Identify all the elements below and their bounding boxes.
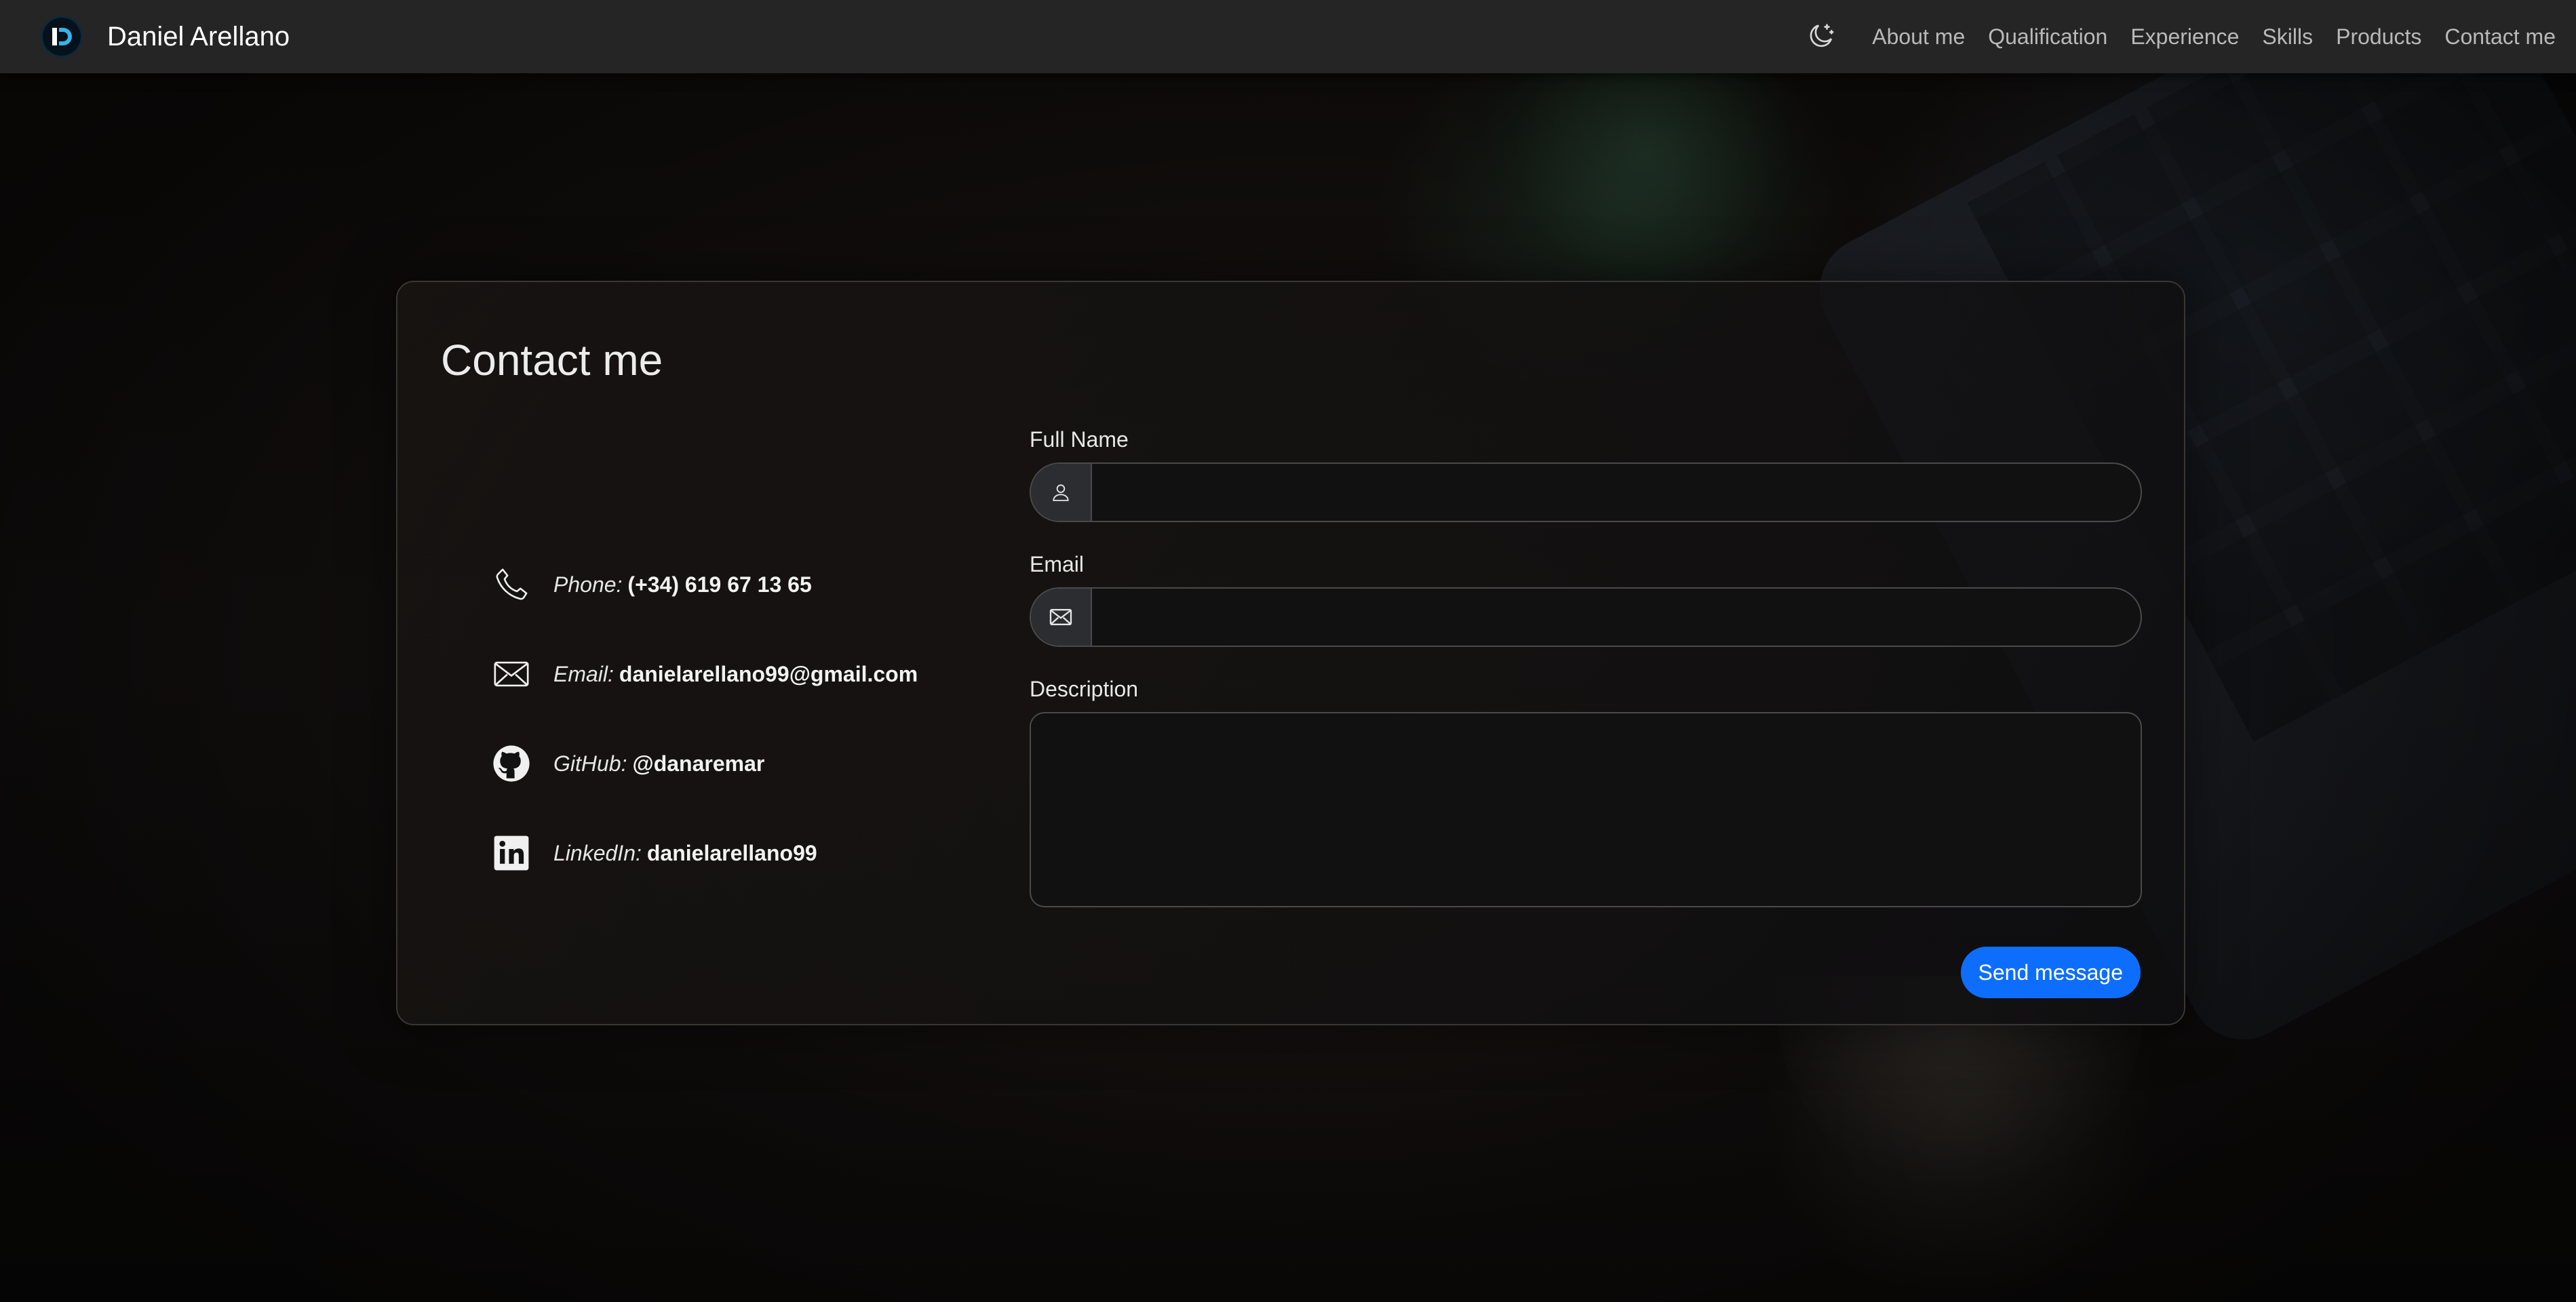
contact-item-linkedin: LinkedIn: danielarellano99	[491, 808, 918, 898]
contact-value-linkedin[interactable]: danielarellano99	[647, 841, 817, 866]
full-name-input[interactable]	[1092, 464, 2141, 521]
email-label: Email	[1030, 552, 1085, 576]
github-icon	[491, 743, 532, 784]
contact-key-linkedin: LinkedIn:	[553, 840, 642, 865]
description-label: Description	[1030, 677, 1139, 701]
contact-card: Contact me Phone: (+34) 619 67 13 65 Ema…	[396, 281, 2185, 1025]
full-name-group	[1030, 462, 2142, 522]
contact-item-phone: Phone: (+34) 619 67 13 65	[491, 540, 918, 629]
email-input[interactable]	[1092, 589, 2141, 646]
description-textarea[interactable]	[1030, 712, 2142, 907]
brand[interactable]: Daniel Arellano	[41, 16, 290, 58]
moon-stars-icon[interactable]	[1801, 18, 1839, 56]
envelope-icon	[1031, 589, 1092, 646]
page: Daniel Arellano About me Qualification E…	[0, 0, 2576, 1302]
contact-item-email: Email: danielarellano99@gmail.com	[491, 629, 918, 719]
page-title: Contact me	[441, 336, 663, 384]
nav-link-products[interactable]: Products	[2336, 24, 2421, 50]
contact-list: Phone: (+34) 619 67 13 65 Email: daniela…	[491, 540, 918, 898]
envelope-icon	[491, 654, 532, 694]
nav-link-about-me[interactable]: About me	[1872, 24, 1965, 50]
contact-form: Full Name Email Description	[1030, 425, 2142, 907]
full-name-label: Full Name	[1030, 427, 1129, 452]
nav-links: About me Qualification Experience Skills…	[1801, 18, 2556, 56]
linkedin-icon	[491, 833, 532, 873]
brand-name: Daniel Arellano	[107, 21, 290, 52]
contact-key-github: GitHub:	[553, 751, 627, 776]
phone-icon	[491, 564, 532, 605]
nav-link-contact-me[interactable]: Contact me	[2444, 24, 2556, 50]
nav-link-skills[interactable]: Skills	[2262, 24, 2313, 50]
email-group	[1030, 587, 2142, 647]
person-icon	[1031, 464, 1092, 521]
contact-key-phone: Phone:	[553, 572, 623, 597]
contact-value-email[interactable]: danielarellano99@gmail.com	[619, 662, 918, 687]
nav-link-experience[interactable]: Experience	[2130, 24, 2239, 50]
nav-link-qualification[interactable]: Qualification	[1988, 24, 2107, 50]
contact-item-github: GitHub: @danaremar	[491, 719, 918, 808]
send-message-button[interactable]: Send message	[1960, 947, 2141, 998]
contact-value-github[interactable]: @danaremar	[632, 751, 764, 776]
logo-icon	[41, 16, 83, 58]
contact-value-phone[interactable]: (+34) 619 67 13 65	[627, 572, 811, 597]
navbar: Daniel Arellano About me Qualification E…	[0, 0, 2576, 73]
contact-key-email: Email:	[553, 661, 614, 686]
